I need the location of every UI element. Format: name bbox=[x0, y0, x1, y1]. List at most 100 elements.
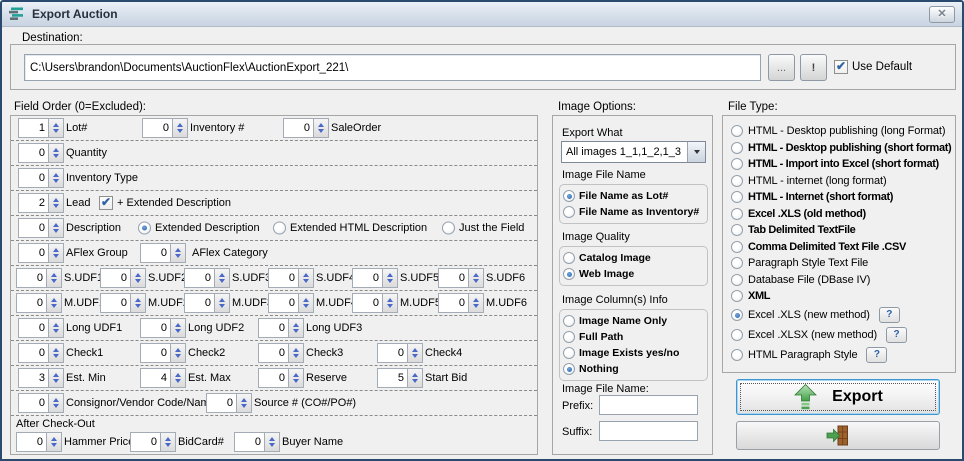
suffix-input[interactable] bbox=[599, 421, 698, 441]
hammer-price-up-down-buttons[interactable] bbox=[46, 433, 61, 451]
check1-spinner[interactable]: 0 bbox=[18, 343, 64, 363]
file-type-option[interactable]: Comma Delimited Text File .CSV bbox=[731, 239, 955, 256]
inventory-type-up-down-buttons[interactable] bbox=[48, 169, 63, 187]
m-udf6-spinner[interactable]: 0 bbox=[438, 293, 484, 313]
long-udf2-up-down-buttons[interactable] bbox=[170, 319, 185, 337]
file-type-radio[interactable] bbox=[731, 142, 743, 154]
extended-description-radio[interactable] bbox=[138, 222, 151, 235]
start-bid-spinner[interactable]: 5 bbox=[377, 368, 423, 388]
s-udf5-up-down-buttons[interactable] bbox=[382, 269, 397, 287]
lot-number-spinner[interactable]: 1 bbox=[18, 118, 64, 138]
file-type-radio[interactable] bbox=[731, 191, 743, 203]
long-udf1-spinner[interactable]: 0 bbox=[18, 318, 64, 338]
image-option-radio[interactable] bbox=[563, 315, 575, 327]
check3-spinner[interactable]: 0 bbox=[258, 343, 304, 363]
image-option-radio[interactable] bbox=[563, 268, 575, 280]
s-udf2-up-down-buttons[interactable] bbox=[130, 269, 145, 287]
m-udf3-spinner[interactable]: 0 bbox=[184, 293, 230, 313]
s-udf3-up-down-buttons[interactable] bbox=[214, 269, 229, 287]
file-type-option[interactable]: Excel .XLS (new method)? bbox=[731, 305, 955, 325]
buyer-name-spinner[interactable]: 0 bbox=[234, 432, 280, 452]
est-max-spinner[interactable]: 4 bbox=[140, 368, 186, 388]
source-number-up-down-buttons[interactable] bbox=[236, 394, 251, 412]
check2-spinner[interactable]: 0 bbox=[140, 343, 186, 363]
file-type-option[interactable]: HTML - Desktop publishing (short format) bbox=[731, 140, 955, 157]
s-udf4-spinner[interactable]: 0 bbox=[268, 268, 314, 288]
s-udf4-up-down-buttons[interactable] bbox=[298, 269, 313, 287]
bidcard-number-up-down-buttons[interactable] bbox=[160, 433, 175, 451]
m-udf5-up-down-buttons[interactable] bbox=[382, 294, 397, 312]
s-udf6-spinner[interactable]: 0 bbox=[438, 268, 484, 288]
m-udf3-up-down-buttons[interactable] bbox=[214, 294, 229, 312]
m-udf5-spinner[interactable]: 0 bbox=[352, 293, 398, 313]
file-type-radio[interactable] bbox=[731, 329, 743, 341]
file-type-option[interactable]: Tab Delimited TextFile bbox=[731, 222, 955, 239]
close-button[interactable]: ✕ bbox=[929, 6, 955, 23]
reserve-spinner[interactable]: 0 bbox=[258, 368, 304, 388]
s-udf2-spinner[interactable]: 0 bbox=[100, 268, 146, 288]
est-min-up-down-buttons[interactable] bbox=[48, 369, 63, 387]
m-udf2-up-down-buttons[interactable] bbox=[130, 294, 145, 312]
aflex-category-up-down-buttons[interactable] bbox=[170, 244, 185, 262]
source-number-spinner[interactable]: 0 bbox=[206, 393, 252, 413]
s-udf1-spinner[interactable]: 0 bbox=[16, 268, 62, 288]
image-option-radio[interactable] bbox=[563, 331, 575, 343]
aflex-group-up-down-buttons[interactable] bbox=[48, 244, 63, 262]
description-spinner[interactable]: 0 bbox=[18, 218, 64, 238]
file-type-radio[interactable] bbox=[731, 257, 743, 269]
image-option-radio[interactable] bbox=[563, 347, 575, 359]
image-option[interactable]: Web Image bbox=[563, 267, 704, 281]
s-udf1-up-down-buttons[interactable] bbox=[46, 269, 61, 287]
browse-button[interactable]: ... bbox=[768, 54, 795, 81]
inventory-number-up-down-buttons[interactable] bbox=[172, 119, 187, 137]
long-udf3-spinner[interactable]: 0 bbox=[258, 318, 304, 338]
image-option[interactable]: Image Name Only bbox=[563, 314, 704, 328]
destination-path-input[interactable]: C:\Users\brandon\Documents\AuctionFlex\A… bbox=[24, 54, 761, 81]
m-udf4-up-down-buttons[interactable] bbox=[298, 294, 313, 312]
file-type-radio[interactable] bbox=[731, 175, 743, 187]
quantity-up-down-buttons[interactable] bbox=[48, 144, 63, 162]
image-option[interactable]: Full Path bbox=[563, 330, 704, 344]
file-type-radio[interactable] bbox=[731, 224, 743, 236]
file-type-radio[interactable] bbox=[731, 158, 743, 170]
file-type-radio[interactable] bbox=[731, 274, 743, 286]
file-type-option[interactable]: Excel .XLSX (new method)? bbox=[731, 325, 955, 345]
file-type-option[interactable]: HTML - Internet (short format) bbox=[731, 189, 955, 206]
export-what-dropdown[interactable]: All images 1_1,1_2,1_3 bbox=[561, 141, 706, 163]
just-the-field-radio[interactable] bbox=[442, 222, 455, 235]
file-type-radio[interactable] bbox=[731, 125, 743, 137]
inventory-number-spinner[interactable]: 0 bbox=[142, 118, 188, 138]
est-min-spinner[interactable]: 3 bbox=[18, 368, 64, 388]
image-option-radio[interactable] bbox=[563, 363, 575, 375]
sale-order-up-down-buttons[interactable] bbox=[313, 119, 328, 137]
est-max-up-down-buttons[interactable] bbox=[170, 369, 185, 387]
file-type-option[interactable]: HTML - internet (long format) bbox=[731, 173, 955, 190]
check2-up-down-buttons[interactable] bbox=[170, 344, 185, 362]
file-type-option[interactable]: XML bbox=[731, 288, 955, 305]
file-type-radio[interactable] bbox=[731, 208, 743, 220]
file-type-option[interactable]: HTML - Desktop publishing (long Format) bbox=[731, 123, 955, 140]
image-option-radio[interactable] bbox=[563, 206, 575, 218]
m-udf1-up-down-buttons[interactable] bbox=[46, 294, 61, 312]
s-udf6-up-down-buttons[interactable] bbox=[468, 269, 483, 287]
inventory-type-spinner[interactable]: 0 bbox=[18, 168, 64, 188]
check3-up-down-buttons[interactable] bbox=[288, 344, 303, 362]
file-type-radio[interactable] bbox=[731, 309, 743, 321]
image-option[interactable]: File Name as Inventory# bbox=[563, 205, 704, 219]
image-option[interactable]: Nothing bbox=[563, 362, 704, 376]
file-type-option[interactable]: Paragraph Style Text File bbox=[731, 255, 955, 272]
s-udf3-spinner[interactable]: 0 bbox=[184, 268, 230, 288]
long-udf1-up-down-buttons[interactable] bbox=[48, 319, 63, 337]
file-type-radio[interactable] bbox=[731, 349, 743, 361]
file-type-option[interactable]: Excel .XLS (old method) bbox=[731, 206, 955, 223]
file-type-option[interactable]: Database File (DBase IV) bbox=[731, 272, 955, 289]
m-udf4-spinner[interactable]: 0 bbox=[268, 293, 314, 313]
consignor-vendor-spinner[interactable]: 0 bbox=[18, 393, 64, 413]
dropdown-arrow-icon[interactable] bbox=[687, 142, 705, 162]
prefix-input[interactable] bbox=[599, 395, 698, 415]
consignor-vendor-up-down-buttons[interactable] bbox=[48, 394, 63, 412]
sale-order-spinner[interactable]: 0 bbox=[283, 118, 329, 138]
check1-up-down-buttons[interactable] bbox=[48, 344, 63, 362]
lot-number-up-down-buttons[interactable] bbox=[48, 119, 63, 137]
image-option[interactable]: File Name as Lot# bbox=[563, 189, 704, 203]
